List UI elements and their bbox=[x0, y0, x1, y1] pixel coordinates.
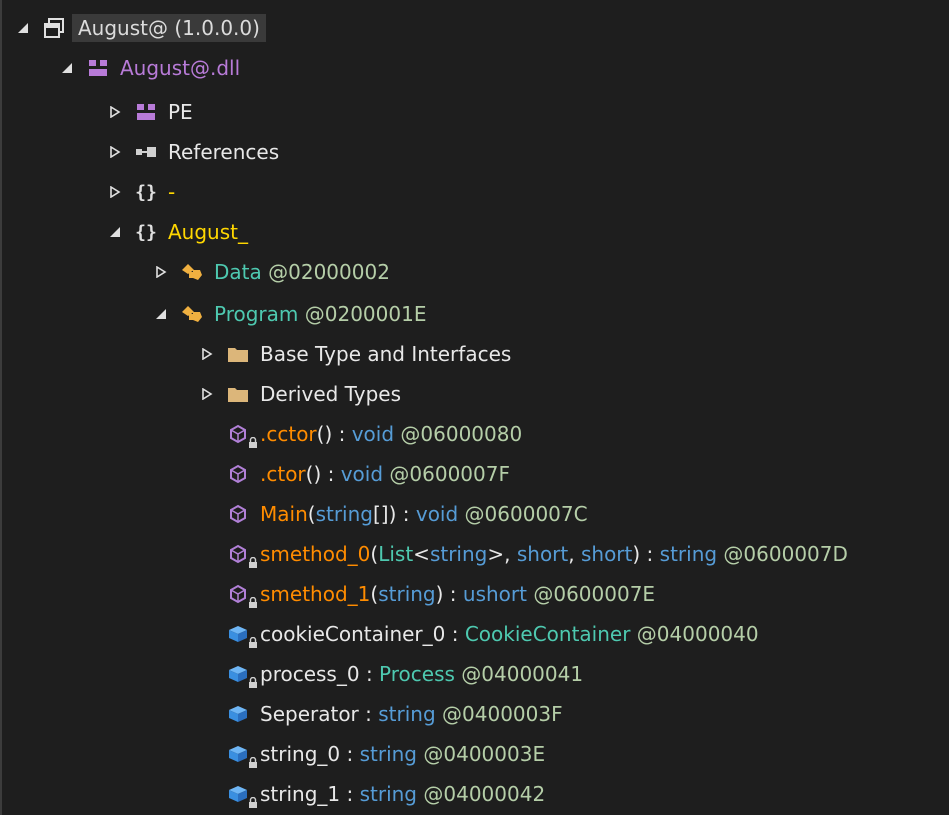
tree-node-label: Base Type and Interfaces bbox=[260, 342, 512, 366]
folder-icon bbox=[226, 334, 250, 374]
tree-node-label: August@ (1.0.0.0) bbox=[72, 14, 266, 42]
method-icon bbox=[226, 494, 250, 534]
lock-icon bbox=[249, 757, 257, 768]
namespace-icon: {} bbox=[135, 221, 157, 243]
tree-node-label: string_0 : string @0400003E bbox=[260, 742, 546, 766]
tree-node-label: Main(string[]) : void @0600007C bbox=[260, 502, 588, 526]
tree-node-class-program[interactable]: Program @0200001E bbox=[2, 294, 949, 334]
module-icon bbox=[134, 92, 158, 132]
lock-icon bbox=[249, 637, 257, 648]
method-icon bbox=[226, 534, 257, 574]
method-icon bbox=[226, 574, 257, 614]
collapse-arrow-icon[interactable] bbox=[14, 8, 32, 48]
tree-node-method-cctor[interactable]: .cctor() : void @06000080 bbox=[2, 414, 949, 454]
tree-node-derived-types[interactable]: Derived Types bbox=[2, 374, 949, 414]
tree-node-method-smethod-1[interactable]: smethod_1(string) : ushort @0600007E bbox=[2, 574, 949, 614]
assembly-tree-view[interactable]: August@ (1.0.0.0) August@.dll PE Referen… bbox=[0, 0, 949, 815]
tree-node-field-seperator[interactable]: Seperator : string @0400003F bbox=[2, 694, 949, 734]
tree-node-label: Seperator : string @0400003F bbox=[260, 702, 563, 726]
expand-arrow-icon[interactable] bbox=[198, 334, 216, 374]
tree-node-label: Derived Types bbox=[260, 382, 402, 406]
tree-node-label: smethod_0(List<string>, short, short) : … bbox=[260, 542, 848, 566]
expand-arrow-icon[interactable] bbox=[106, 172, 124, 212]
tree-node-namespace-august[interactable]: {} August_ bbox=[2, 212, 949, 252]
class-icon bbox=[180, 294, 204, 334]
field-icon bbox=[226, 734, 257, 774]
tree-node-class-data[interactable]: Data @02000002 bbox=[2, 252, 949, 292]
expand-arrow-icon[interactable] bbox=[198, 374, 216, 414]
assembly-icon bbox=[42, 8, 66, 48]
folder-icon bbox=[226, 374, 250, 414]
field-icon bbox=[226, 654, 257, 694]
tree-node-label: string_1 : string @04000042 bbox=[260, 782, 546, 806]
tree-node-label: August@.dll bbox=[120, 56, 241, 80]
tree-node-label: Program @0200001E bbox=[214, 302, 427, 326]
tree-node-label: .cctor() : void @06000080 bbox=[260, 422, 523, 446]
tree-node-method-ctor[interactable]: .ctor() : void @0600007F bbox=[2, 454, 949, 494]
tree-node-pe[interactable]: PE bbox=[2, 92, 949, 132]
tree-node-label: cookieContainer_0 : CookieContainer @040… bbox=[260, 622, 759, 646]
tree-node-label: PE bbox=[168, 100, 193, 124]
tree-node-module[interactable]: August@.dll bbox=[2, 48, 949, 88]
lock-icon bbox=[249, 437, 257, 448]
method-icon bbox=[226, 454, 250, 494]
tree-node-base-types[interactable]: Base Type and Interfaces bbox=[2, 334, 949, 374]
tree-node-field-process[interactable]: process_0 : Process @04000041 bbox=[2, 654, 949, 694]
tree-node-label: August_ bbox=[168, 220, 248, 244]
expand-arrow-icon[interactable] bbox=[106, 92, 124, 132]
tree-node-method-smethod-0[interactable]: smethod_0(List<string>, short, short) : … bbox=[2, 534, 949, 574]
tree-node-field-string-0[interactable]: string_0 : string @0400003E bbox=[2, 734, 949, 774]
method-icon bbox=[226, 414, 257, 454]
tree-node-method-main[interactable]: Main(string[]) : void @0600007C bbox=[2, 494, 949, 534]
module-icon bbox=[86, 48, 110, 88]
lock-icon bbox=[249, 797, 257, 808]
tree-node-field-cookiecontainer[interactable]: cookieContainer_0 : CookieContainer @040… bbox=[2, 614, 949, 654]
expand-arrow-icon[interactable] bbox=[152, 252, 170, 292]
tree-node-label: References bbox=[168, 140, 280, 164]
lock-icon bbox=[249, 557, 257, 568]
tree-node-label: - bbox=[168, 180, 176, 204]
tree-node-assembly[interactable]: August@ (1.0.0.0) bbox=[2, 8, 949, 48]
lock-icon bbox=[249, 677, 257, 688]
lock-icon bbox=[249, 597, 257, 608]
tree-node-references[interactable]: References bbox=[2, 132, 949, 172]
collapse-arrow-icon[interactable] bbox=[106, 212, 124, 252]
collapse-arrow-icon[interactable] bbox=[152, 294, 170, 334]
tree-node-label: smethod_1(string) : ushort @0600007E bbox=[260, 582, 656, 606]
collapse-arrow-icon[interactable] bbox=[58, 48, 76, 88]
field-icon bbox=[226, 614, 257, 654]
class-icon bbox=[180, 252, 204, 292]
tree-node-namespace-empty[interactable]: {} - bbox=[2, 172, 949, 212]
tree-node-label: .ctor() : void @0600007F bbox=[260, 462, 510, 486]
references-icon bbox=[134, 132, 158, 172]
tree-node-label: Data @02000002 bbox=[214, 260, 390, 284]
expand-arrow-icon[interactable] bbox=[106, 132, 124, 172]
namespace-icon: {} bbox=[135, 181, 157, 203]
field-icon bbox=[226, 694, 250, 734]
field-icon bbox=[226, 774, 257, 814]
tree-node-label: process_0 : Process @04000041 bbox=[260, 662, 584, 686]
tree-node-field-string-1[interactable]: string_1 : string @04000042 bbox=[2, 774, 949, 814]
